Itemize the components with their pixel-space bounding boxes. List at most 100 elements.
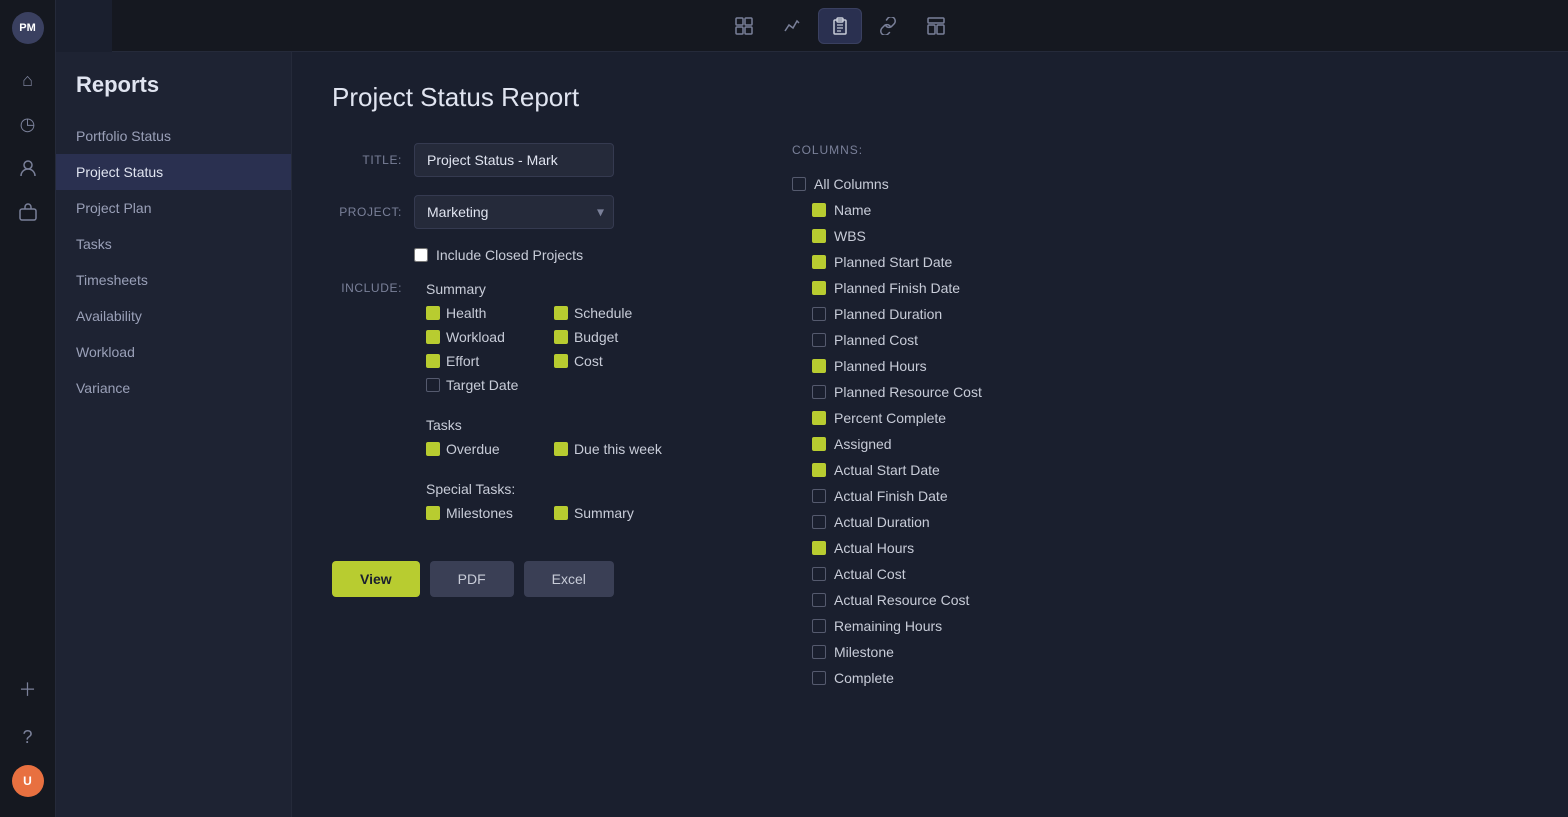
user-avatar[interactable]: U	[12, 765, 44, 797]
cb-effort-label: Effort	[446, 353, 479, 369]
col-planned-hours-check[interactable]	[812, 359, 826, 373]
sidebar-item-tasks[interactable]: Tasks	[56, 226, 291, 262]
col-complete: Complete	[792, 665, 1186, 691]
col-planned-hours-label: Planned Hours	[834, 358, 927, 374]
columns-panel: COLUMNS: All Columns Name	[792, 143, 1192, 691]
col-planned-start-date-check[interactable]	[812, 255, 826, 269]
sidebar-item-project-status[interactable]: Project Status	[56, 154, 291, 190]
cb-overdue-check[interactable]	[426, 442, 440, 456]
icon-bar-bottom: ＋ ? U	[8, 669, 48, 809]
col-planned-hours: Planned Hours	[792, 353, 1186, 379]
sidebar-item-portfolio-status[interactable]: Portfolio Status	[56, 118, 291, 154]
col-planned-start-date-label: Planned Start Date	[834, 254, 952, 270]
col-planned-finish-date-check[interactable]	[812, 281, 826, 295]
nav-briefcase[interactable]	[8, 192, 48, 232]
col-planned-cost-check[interactable]	[812, 333, 826, 347]
pdf-button[interactable]: PDF	[430, 561, 514, 597]
sidebar-item-workload[interactable]: Workload	[56, 334, 291, 370]
col-actual-duration-check[interactable]	[812, 515, 826, 529]
nav-home[interactable]: ⌂	[8, 60, 48, 100]
col-all-columns-check[interactable]	[792, 177, 806, 191]
cb-milestones-label: Milestones	[446, 505, 513, 521]
col-assigned-label: Assigned	[834, 436, 892, 452]
excel-button[interactable]: Excel	[524, 561, 614, 597]
col-actual-start-date-check[interactable]	[812, 463, 826, 477]
col-planned-resource-cost: Planned Resource Cost	[792, 379, 1186, 405]
cb-health-check[interactable]	[426, 306, 440, 320]
toolbar-clipboard-btn[interactable]	[818, 8, 862, 44]
top-toolbar	[112, 0, 1568, 52]
columns-scroll[interactable]: All Columns Name WBS	[792, 171, 1192, 691]
col-complete-label: Complete	[834, 670, 894, 686]
toolbar-link-btn[interactable]	[866, 8, 910, 44]
cb-health: Health	[426, 305, 534, 321]
sidebar-item-variance[interactable]: Variance	[56, 370, 291, 406]
toolbar-search-btn[interactable]	[722, 8, 766, 44]
sidebar-item-availability[interactable]: Availability	[56, 298, 291, 334]
logo: PM	[8, 8, 48, 48]
col-actual-finish-date: Actual Finish Date	[792, 483, 1186, 509]
col-planned-duration: Planned Duration	[792, 301, 1186, 327]
special-tasks-section: Special Tasks: Milestones Summary	[426, 481, 662, 521]
cb-workload: Workload	[426, 329, 534, 345]
col-actual-duration-label: Actual Duration	[834, 514, 930, 530]
nav-clock[interactable]: ◷	[8, 104, 48, 144]
col-complete-check[interactable]	[812, 671, 826, 685]
col-actual-resource-cost-check[interactable]	[812, 593, 826, 607]
view-button[interactable]: View	[332, 561, 420, 597]
cb-effort-check[interactable]	[426, 354, 440, 368]
col-wbs-check[interactable]	[812, 229, 826, 243]
cb-schedule-label: Schedule	[574, 305, 632, 321]
toolbar-layout-btn[interactable]	[914, 8, 958, 44]
cb-workload-check[interactable]	[426, 330, 440, 344]
title-row: TITLE:	[332, 143, 732, 177]
col-planned-duration-check[interactable]	[812, 307, 826, 321]
col-planned-cost: Planned Cost	[792, 327, 1186, 353]
cb-budget-check[interactable]	[554, 330, 568, 344]
cb-summary-tasks-check[interactable]	[554, 506, 568, 520]
cb-effort: Effort	[426, 353, 534, 369]
col-planned-duration-label: Planned Duration	[834, 306, 942, 322]
tasks-checkboxes: Overdue Due this week	[426, 441, 662, 457]
content-area: Project Status Report TITLE: PROJECT:	[292, 52, 1568, 817]
col-planned-start-date: Planned Start Date	[792, 249, 1186, 275]
col-name-check[interactable]	[812, 203, 826, 217]
tasks-section: Tasks Overdue Due this week	[426, 417, 662, 457]
include-label: INCLUDE:	[332, 281, 402, 295]
col-actual-cost-check[interactable]	[812, 567, 826, 581]
col-actual-resource-cost-label: Actual Resource Cost	[834, 592, 969, 608]
cb-schedule: Schedule	[554, 305, 662, 321]
col-milestone-check[interactable]	[812, 645, 826, 659]
project-select[interactable]: Marketing Development Design	[414, 195, 614, 229]
col-assigned-check[interactable]	[812, 437, 826, 451]
col-percent-complete: Percent Complete	[792, 405, 1186, 431]
page-title: Project Status Report	[332, 82, 1528, 113]
summary-section: Summary Health Schedule	[426, 281, 662, 393]
col-planned-resource-cost-label: Planned Resource Cost	[834, 384, 982, 400]
include-closed-label[interactable]: Include Closed Projects	[436, 247, 583, 263]
col-remaining-hours-check[interactable]	[812, 619, 826, 633]
sidebar-item-project-plan[interactable]: Project Plan	[56, 190, 291, 226]
nav-help[interactable]: ?	[8, 717, 48, 757]
nav-add[interactable]: ＋	[8, 669, 48, 709]
col-assigned: Assigned	[792, 431, 1186, 457]
col-actual-hours-check[interactable]	[812, 541, 826, 555]
cb-due-this-week: Due this week	[554, 441, 662, 457]
cb-target-date-check[interactable]	[426, 378, 440, 392]
toolbar-chart-btn[interactable]	[770, 8, 814, 44]
col-actual-cost: Actual Cost	[792, 561, 1186, 587]
include-closed-checkbox[interactable]	[414, 248, 428, 262]
title-label: TITLE:	[332, 153, 402, 167]
nav-people[interactable]	[8, 148, 48, 188]
col-planned-resource-cost-check[interactable]	[812, 385, 826, 399]
col-percent-complete-check[interactable]	[812, 411, 826, 425]
cb-cost-check[interactable]	[554, 354, 568, 368]
sidebar-item-timesheets[interactable]: Timesheets	[56, 262, 291, 298]
summary-checkboxes: Health Schedule Workload	[426, 305, 662, 393]
title-input[interactable]	[414, 143, 614, 177]
cb-milestones-check[interactable]	[426, 506, 440, 520]
col-actual-hours: Actual Hours	[792, 535, 1186, 561]
col-actual-finish-date-check[interactable]	[812, 489, 826, 503]
cb-due-this-week-check[interactable]	[554, 442, 568, 456]
cb-schedule-check[interactable]	[554, 306, 568, 320]
